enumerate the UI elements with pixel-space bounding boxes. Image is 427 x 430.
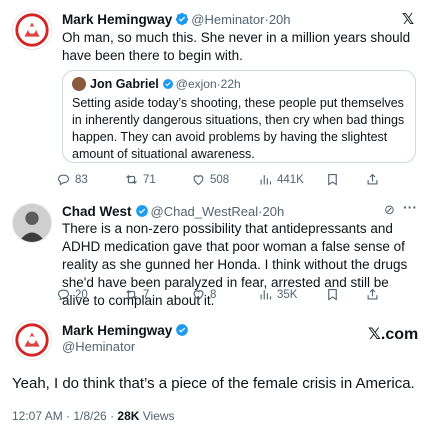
quote-header: Jon Gabriel @exjon · 22h bbox=[72, 77, 241, 91]
verified-badge-icon bbox=[135, 205, 148, 217]
share-button[interactable] bbox=[365, 172, 384, 187]
views-count: 35K bbox=[277, 288, 298, 301]
author-handle[interactable]: @Heminator bbox=[191, 12, 264, 27]
verified-badge-icon bbox=[162, 79, 173, 89]
reply-icon bbox=[57, 289, 70, 301]
reply-button[interactable]: 83 bbox=[56, 172, 124, 187]
share-icon bbox=[367, 288, 378, 300]
more-options-icon[interactable]: ··· bbox=[403, 199, 417, 215]
tweet-text: Oh man, so much this. She never in a mil… bbox=[62, 30, 411, 63]
share-button[interactable] bbox=[365, 287, 384, 302]
views-button[interactable]: 441K bbox=[258, 172, 325, 187]
reply-icon bbox=[57, 174, 70, 186]
like-button[interactable]: 8 bbox=[191, 287, 258, 302]
quote-avatar[interactable] bbox=[72, 77, 86, 91]
author-handle[interactable]: @Chad_WestReal bbox=[151, 204, 259, 219]
views-count: 28K bbox=[117, 409, 140, 423]
author-name[interactable]: Mark Hemingway bbox=[62, 12, 172, 27]
reply-count: 20 bbox=[75, 288, 88, 301]
verified-badge-icon bbox=[176, 324, 189, 336]
grok-icon[interactable]: ⊘ bbox=[384, 202, 395, 218]
separator: · bbox=[106, 409, 118, 423]
share-icon bbox=[367, 173, 378, 185]
reply-count: 83 bbox=[75, 173, 88, 186]
like-icon bbox=[193, 175, 204, 186]
tweet-actions: 20 7 8 35K bbox=[56, 287, 386, 302]
author-name[interactable]: Mark Hemingway bbox=[62, 323, 172, 338]
repost-icon bbox=[126, 289, 137, 300]
timestamp[interactable]: 12:07 AM · 1/8/26 bbox=[12, 409, 107, 423]
avatar-mark-hemingway[interactable] bbox=[12, 320, 52, 360]
like-count: 8 bbox=[210, 288, 217, 301]
repost-count: 71 bbox=[143, 173, 156, 186]
quote-timestamp[interactable]: 22h bbox=[221, 77, 241, 91]
repost-button[interactable]: 71 bbox=[124, 172, 191, 187]
tweet-header: Mark Hemingway @Heminator·20h bbox=[62, 11, 291, 29]
views-icon bbox=[260, 175, 272, 185]
quote-text: Setting aside today’s shooting, these pe… bbox=[72, 96, 405, 161]
main-tweet-text: Yeah, I do think that’s a piece of the f… bbox=[12, 375, 415, 392]
verified-badge-icon bbox=[176, 12, 189, 26]
like-button[interactable]: 508 bbox=[191, 172, 258, 187]
views-button[interactable]: 35K bbox=[258, 287, 325, 302]
bookmark-icon bbox=[328, 288, 337, 301]
author-handle[interactable]: @Heminator bbox=[62, 339, 135, 354]
reply-button[interactable]: 20 bbox=[56, 287, 124, 302]
quote-author-handle[interactable]: @exjon bbox=[176, 77, 217, 91]
bookmark-icon bbox=[328, 173, 337, 186]
repost-count: 7 bbox=[143, 288, 150, 301]
main-author: Mark Hemingway bbox=[62, 322, 191, 340]
repost-button[interactable]: 7 bbox=[124, 287, 191, 302]
timestamp[interactable]: 20h bbox=[269, 12, 291, 27]
author-name[interactable]: Chad West bbox=[62, 204, 132, 219]
views-icon bbox=[260, 290, 272, 300]
views-label: Views bbox=[139, 409, 175, 423]
timestamp[interactable]: 20h bbox=[262, 204, 284, 219]
tweet-header: Chad West @Chad_WestReal·20h bbox=[62, 203, 284, 221]
like-icon bbox=[193, 290, 204, 301]
tweet-meta: 12:07 AM · 1/8/26 · 28K Views bbox=[12, 409, 175, 423]
bookmark-button[interactable] bbox=[325, 172, 365, 187]
x-com-logo[interactable]: 𝕏.com bbox=[368, 324, 418, 344]
views-count: 441K bbox=[277, 173, 304, 186]
repost-icon bbox=[126, 174, 137, 185]
x-logo-icon[interactable]: 𝕏 bbox=[402, 10, 414, 28]
bookmark-button[interactable] bbox=[325, 287, 365, 302]
quote-author-name[interactable]: Jon Gabriel bbox=[90, 77, 159, 91]
tweet-actions: 83 71 508 441K bbox=[56, 172, 386, 187]
like-count: 508 bbox=[210, 173, 230, 186]
avatar-chad-west[interactable] bbox=[12, 203, 52, 243]
avatar-mark-hemingway[interactable] bbox=[12, 10, 52, 50]
